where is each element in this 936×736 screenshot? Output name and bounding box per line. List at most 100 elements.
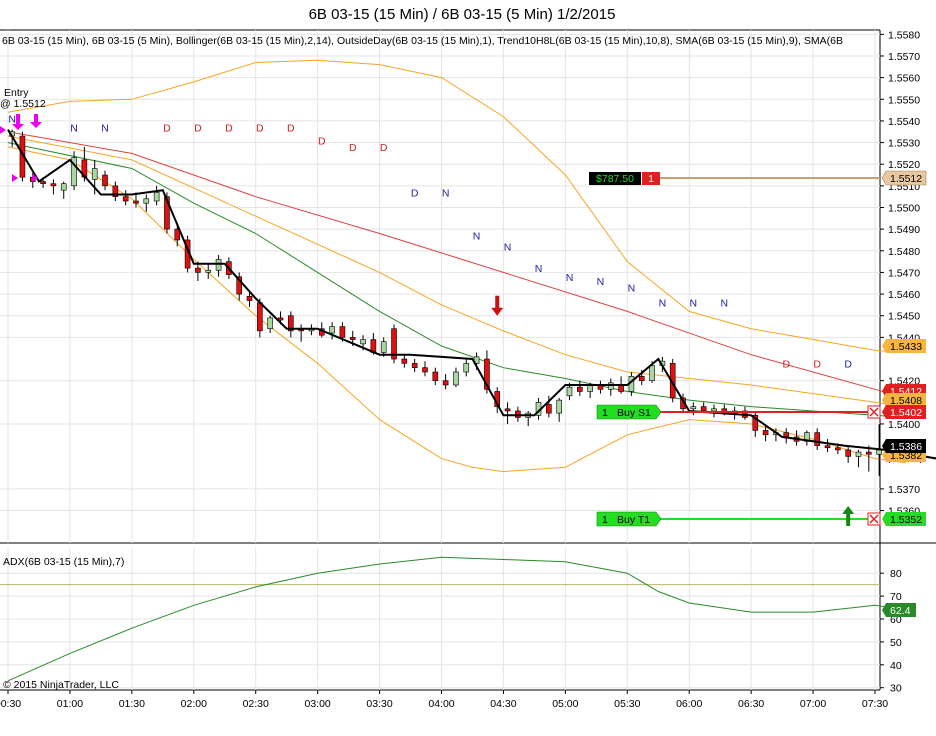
- y-tick-label: 1.5460: [888, 289, 920, 301]
- candle-body: [700, 406, 707, 412]
- y-tick-label: 50: [890, 637, 902, 649]
- position-pnl: $787.50: [596, 173, 634, 185]
- candle-body: [442, 380, 449, 386]
- candle-body: [60, 183, 67, 191]
- x-tick-label: 04:30: [490, 698, 516, 710]
- buy-target-qty: 1: [602, 514, 608, 526]
- x-tick-label: 02:30: [243, 698, 269, 710]
- chart-title: 6B 03-15 (15 Min) / 6B 03-15 (5 Min) 1/2…: [309, 6, 616, 23]
- y-tick-label: 1.5570: [888, 51, 920, 63]
- adx-label: ADX(6B 03-15 (15 Min),7): [3, 556, 124, 568]
- candle-body: [246, 295, 253, 301]
- x-tick-label: 06:00: [676, 698, 702, 710]
- candle-body: [50, 183, 57, 187]
- y-tick-label: 1.5470: [888, 267, 920, 279]
- candle-body: [102, 174, 108, 187]
- y-tick-label: 1.5540: [888, 116, 920, 128]
- trend-marker: D: [813, 358, 821, 370]
- candle-body: [257, 302, 263, 332]
- candle-body: [422, 367, 428, 373]
- candle-body: [133, 200, 139, 204]
- candle-body: [360, 339, 366, 345]
- trend-marker: N: [8, 114, 16, 126]
- candle-body: [649, 365, 655, 381]
- buy-target-label: Buy T1: [617, 514, 650, 526]
- trend-marker: D: [287, 122, 295, 134]
- candle-body: [329, 326, 335, 334]
- x-tick-label: 05:00: [552, 698, 578, 710]
- x-tick-label: 07:00: [800, 698, 826, 710]
- trend-marker: N: [566, 272, 574, 284]
- entry-price-label: @ 1.5512: [0, 98, 46, 110]
- candle-body: [153, 192, 160, 202]
- candle-body: [453, 371, 459, 386]
- candle-body: [638, 376, 645, 381]
- indicators-label: 6B 03-15 (15 Min), 6B 03-15 (5 Min), Bol…: [2, 35, 843, 47]
- buy-stop-label: Buy S1: [617, 407, 651, 419]
- candle-body: [504, 408, 511, 412]
- candle-body: [195, 267, 201, 273]
- trend-marker: N: [628, 283, 636, 295]
- candle-body: [556, 399, 562, 414]
- trend-marker: D: [380, 142, 388, 154]
- candle-body: [607, 382, 614, 390]
- y-tick-label: 30: [890, 683, 902, 695]
- candle-body: [40, 181, 46, 184]
- candle-body: [566, 386, 573, 397]
- trend-marker: D: [256, 122, 264, 134]
- y-tick-label: 40: [890, 660, 902, 672]
- x-tick-label: 03:00: [305, 698, 331, 710]
- trend-marker: D: [318, 135, 326, 147]
- x-tick-label: 05:30: [614, 698, 640, 710]
- candle-body: [546, 404, 552, 414]
- candle-body: [876, 449, 882, 455]
- y-tick-label: 1.5530: [888, 138, 920, 150]
- y-tick-label: 1.5450: [888, 311, 920, 323]
- y-tick-label: 1.5480: [888, 246, 920, 258]
- candle-body: [866, 451, 872, 455]
- y-tick-label: 1.5490: [888, 224, 920, 236]
- candle-body: [349, 337, 356, 340]
- candle-body: [463, 363, 470, 373]
- trend-marker: N: [101, 122, 109, 134]
- candle-body: [814, 432, 821, 446]
- candle-body: [401, 358, 408, 364]
- adx-last-value: 62.4: [890, 605, 911, 617]
- x-tick-label: 01:00: [57, 698, 83, 710]
- position-price: 1.5512: [890, 173, 922, 185]
- candle-body: [515, 410, 521, 418]
- trend-marker: D: [194, 122, 202, 134]
- candle-body: [143, 198, 150, 204]
- trend-marker: N: [442, 187, 450, 199]
- copyright-label: © 2015 NinjaTrader, LLC: [3, 679, 119, 691]
- candle-body: [380, 341, 387, 353]
- x-tick-label: 00:30: [0, 698, 21, 710]
- position-qty: 1: [648, 173, 654, 185]
- trend-marker: D: [844, 358, 852, 370]
- price-tag-label: 1.5433: [890, 341, 922, 353]
- candle-body: [577, 386, 583, 392]
- y-tick-label: 70: [890, 591, 902, 603]
- candle-body: [690, 406, 697, 410]
- candle-body: [432, 371, 439, 381]
- candle-body: [411, 363, 418, 368]
- x-tick-label: 07:30: [862, 698, 888, 710]
- trend-marker: N: [721, 298, 729, 310]
- trend-marker: N: [473, 231, 481, 243]
- y-tick-label: 1.5560: [888, 73, 920, 85]
- candle-body: [215, 259, 222, 271]
- candle-body: [855, 451, 862, 457]
- trend-marker: N: [504, 241, 512, 253]
- trend-marker: N: [535, 263, 543, 275]
- x-tick-label: 02:00: [181, 698, 207, 710]
- target-price: 1.5352: [890, 514, 922, 526]
- trend-marker: N: [597, 276, 605, 288]
- candle-body: [835, 447, 841, 451]
- buy-stop-qty: 1: [602, 407, 608, 419]
- x-tick-label: 06:30: [738, 698, 764, 710]
- trend-marker: N: [70, 122, 78, 134]
- trend-marker: D: [163, 122, 171, 134]
- stop-price: 1.5402: [890, 407, 922, 419]
- candle-body: [91, 168, 98, 180]
- candle-body: [824, 445, 831, 449]
